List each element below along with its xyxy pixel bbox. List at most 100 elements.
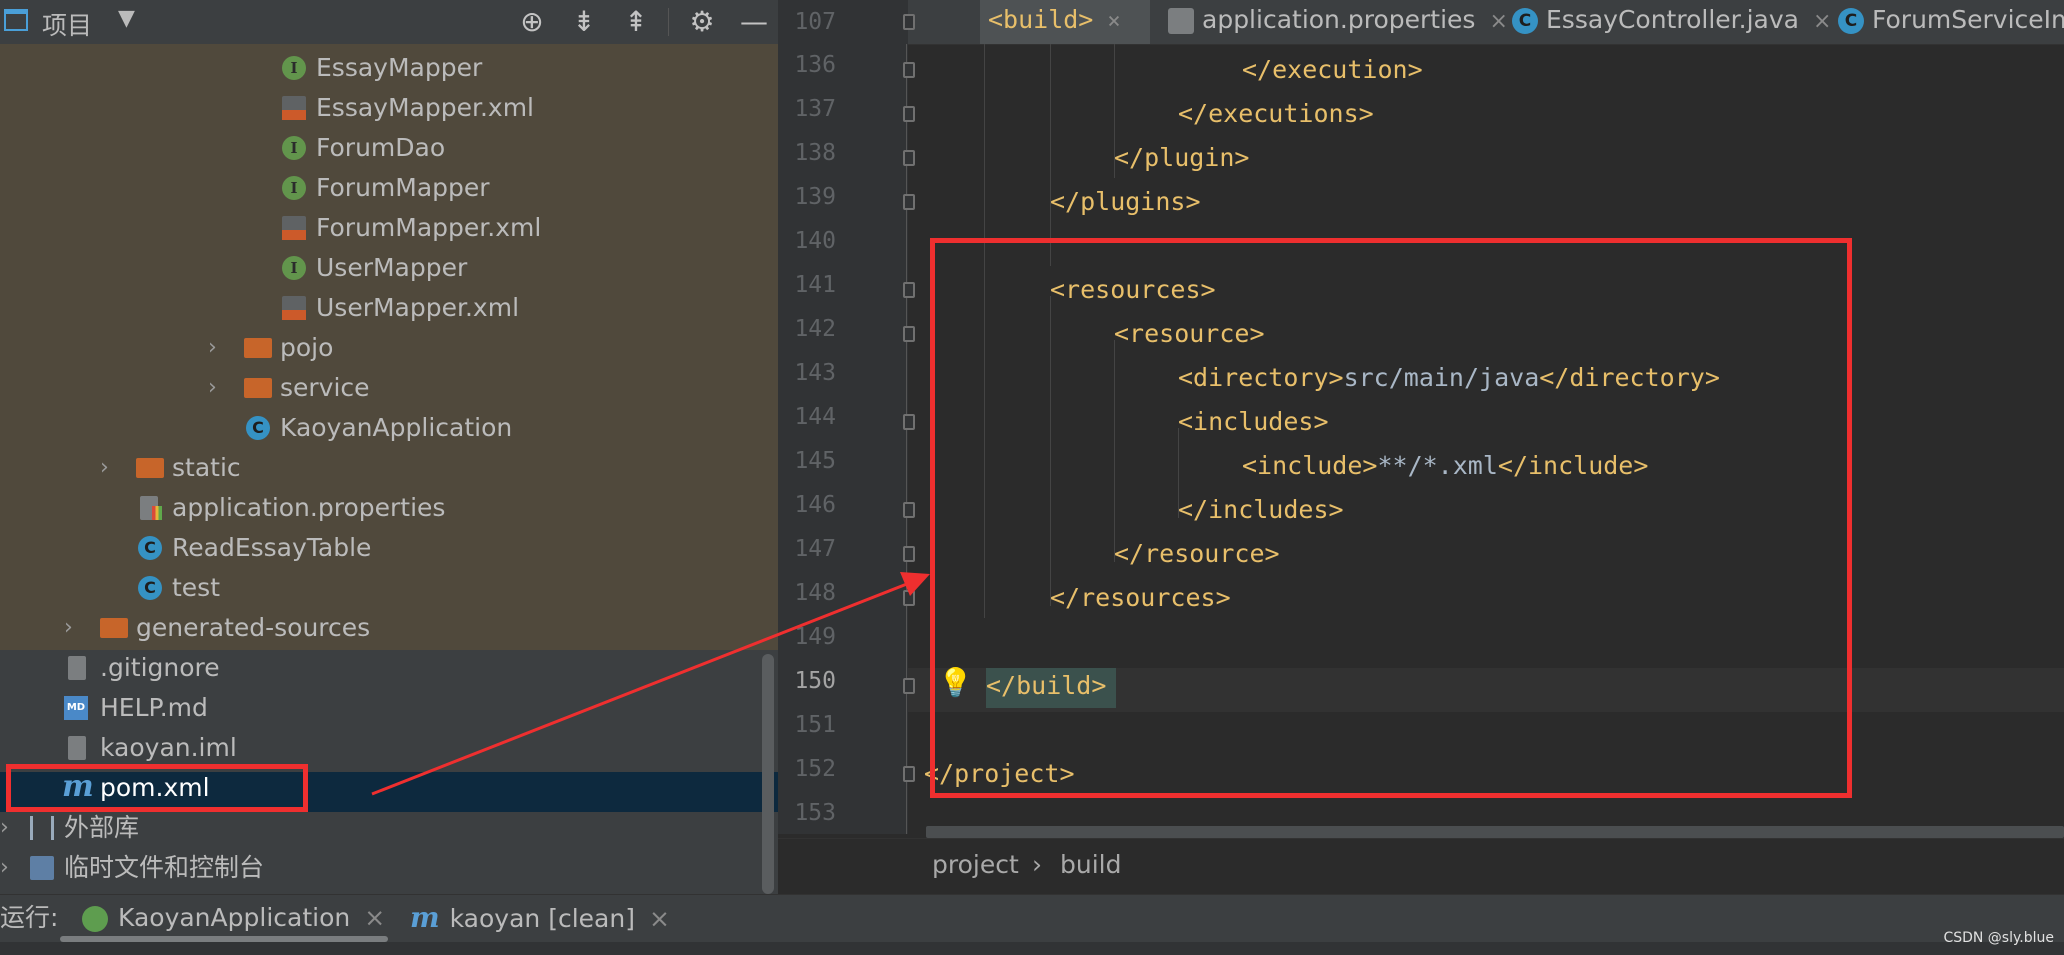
line-number: 141 [794, 272, 836, 298]
run-tab-label: KaoyanApplication [118, 903, 351, 932]
project-panel-title[interactable]: 项目 [42, 6, 92, 42]
tree-item[interactable]: I EssayMapper [0, 48, 778, 88]
tree-item[interactable]: C ReadEssayTable [0, 528, 778, 568]
line-number: 137 [794, 96, 836, 122]
fold-marker-icon[interactable] [903, 194, 915, 210]
fold-marker-icon[interactable] [903, 590, 915, 606]
xml-file-icon [282, 96, 306, 120]
library-icon [30, 816, 54, 840]
tree-item[interactable]: UserMapper.xml [0, 288, 778, 328]
tab-application-properties[interactable]: application.properties × [1168, 0, 1508, 44]
indent-guide [1050, 44, 1051, 266]
tree-item[interactable]: › service [0, 368, 778, 408]
tree-item-label: ForumMapper.xml [316, 213, 542, 242]
run-tab-kaoyan-application[interactable]: KaoyanApplication × [82, 900, 385, 936]
project-view-icon[interactable] [4, 9, 28, 31]
close-icon[interactable]: × [364, 903, 385, 932]
line-number: 145 [794, 448, 836, 474]
chevron-right-icon[interactable]: › [100, 448, 109, 488]
fold-marker-icon[interactable] [903, 678, 915, 694]
locate-file-icon[interactable]: ⊕ [512, 2, 552, 42]
fold-marker-icon[interactable] [903, 14, 915, 30]
tree-item[interactable]: C KaoyanApplication [0, 408, 778, 448]
tree-item-label: service [280, 373, 370, 402]
tree-item[interactable]: I ForumMapper [0, 168, 778, 208]
chevron-right-icon[interactable]: › [208, 328, 217, 368]
fold-marker-icon[interactable] [903, 150, 915, 166]
close-icon[interactable]: × [1813, 9, 1831, 34]
fold-marker-icon[interactable] [903, 326, 915, 342]
tree-item[interactable]: kaoyan.iml [0, 728, 778, 768]
horizontal-scrollbar[interactable] [926, 826, 2064, 838]
chevron-down-icon[interactable]: ▼ [118, 6, 135, 31]
run-tab-kaoyan-clean[interactable]: m kaoyan [clean] × [410, 900, 670, 937]
tree-item[interactable]: application.properties [0, 488, 778, 528]
tree-item[interactable]: › static [0, 448, 778, 488]
iml-file-icon [68, 736, 86, 760]
close-icon[interactable]: × [1489, 9, 1507, 34]
properties-file-icon [140, 496, 162, 520]
chevron-right-icon[interactable]: › [64, 608, 73, 648]
scratch-icon [30, 856, 54, 880]
properties-file-icon [1168, 8, 1194, 34]
close-icon[interactable]: × [1107, 9, 1120, 34]
collapse-all-icon[interactable]: ⇞ [616, 2, 656, 42]
line-number: 140 [794, 228, 836, 254]
tree-item[interactable]: › 外部库 [0, 808, 778, 848]
class-icon: C [138, 536, 162, 560]
expand-all-icon[interactable]: ⇟ [564, 2, 604, 42]
tree-item-label: ForumMapper [316, 173, 490, 202]
tree-item[interactable]: .gitignore [0, 648, 778, 688]
tree-item[interactable]: I UserMapper [0, 248, 778, 288]
tree-item[interactable]: C test [0, 568, 778, 608]
fold-marker-icon[interactable] [903, 502, 915, 518]
hide-panel-icon[interactable]: — [734, 2, 774, 42]
fold-marker-icon[interactable] [903, 282, 915, 298]
line-number: 148 [794, 580, 836, 606]
fold-marker-icon[interactable] [903, 62, 915, 78]
tree-item-label: EssayMapper [316, 53, 483, 82]
tree-item-label: ForumDao [316, 133, 446, 162]
close-icon[interactable]: × [649, 904, 670, 933]
breadcrumb-separator: › [1032, 850, 1042, 879]
fold-marker-icon[interactable] [903, 106, 915, 122]
sticky-line-number: 107 [794, 9, 836, 35]
tree-item[interactable]: ForumMapper.xml [0, 208, 778, 248]
run-tab-label: kaoyan [clean] [449, 904, 635, 933]
tab-label: EssayController.java [1546, 5, 1799, 34]
tab-label: application.properties [1202, 5, 1476, 34]
chevron-right-icon[interactable]: › [0, 848, 9, 888]
run-tab-indicator [60, 936, 388, 942]
gear-icon[interactable]: ⚙ [682, 2, 722, 42]
tree-item[interactable]: › 临时文件和控制台 [0, 848, 778, 888]
chevron-right-icon[interactable]: › [0, 808, 9, 848]
breadcrumb-item-build[interactable]: build [1060, 850, 1121, 879]
tree-item[interactable]: › generated-sources [0, 608, 778, 648]
code-line[interactable]: </executions> [1178, 92, 1374, 136]
watermark: CSDN @sly.blue [1943, 930, 2054, 946]
chevron-right-icon[interactable]: › [208, 368, 217, 408]
line-number: 153 [794, 800, 836, 826]
xml-file-icon [282, 296, 306, 320]
sticky-build-tag[interactable]: <build> × [988, 0, 1121, 44]
tree-item[interactable]: EssayMapper.xml [0, 88, 778, 128]
code-line[interactable]: </plugins> [1050, 180, 1201, 224]
maven-icon: m [410, 901, 440, 934]
interface-icon: I [282, 56, 306, 80]
code-line[interactable]: </plugin> [1114, 136, 1249, 180]
fold-marker-icon[interactable] [903, 766, 915, 782]
tree-item-label: pojo [280, 333, 334, 362]
fold-marker-icon[interactable] [903, 546, 915, 562]
tree-item-label: UserMapper [316, 253, 468, 282]
class-icon: C [1838, 8, 1864, 34]
breadcrumb-item-project[interactable]: project [932, 850, 1019, 879]
tab-forum-service[interactable]: C ForumServiceIm [1838, 0, 2064, 44]
tree-item[interactable]: MD HELP.md [0, 688, 778, 728]
fold-marker-icon[interactable] [903, 414, 915, 430]
code-line[interactable]: </execution> [1242, 48, 1423, 92]
tree-item[interactable]: I ForumDao [0, 128, 778, 168]
class-icon: C [1512, 8, 1538, 34]
tree-item[interactable]: › pojo [0, 328, 778, 368]
line-number: 139 [794, 184, 836, 210]
tab-essay-controller[interactable]: C EssayController.java × [1512, 0, 1831, 44]
